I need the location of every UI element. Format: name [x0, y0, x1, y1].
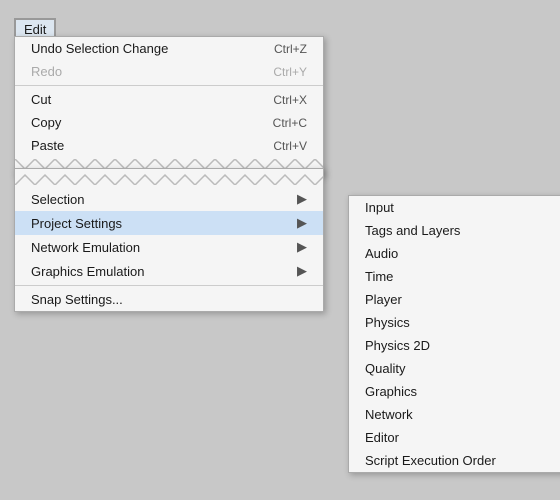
submenu-quality[interactable]: Quality	[349, 357, 560, 380]
submenu-audio[interactable]: Audio	[349, 242, 560, 265]
graphics-emulation-label: Graphics Emulation	[31, 264, 144, 279]
graphics-emulation-arrow: ▶	[297, 263, 307, 279]
separator-1	[15, 85, 323, 86]
submenu-player-label: Player	[365, 292, 402, 307]
copy-label: Copy	[31, 115, 61, 130]
submenu-quality-label: Quality	[365, 361, 405, 376]
project-settings-label: Project Settings	[31, 216, 122, 231]
selection-label: Selection	[31, 192, 84, 207]
submenu-editor[interactable]: Editor	[349, 426, 560, 449]
submenu-audio-label: Audio	[365, 246, 398, 261]
copy-item[interactable]: Copy Ctrl+C	[15, 111, 323, 134]
cut-shortcut: Ctrl+X	[273, 93, 307, 107]
submenu-time-label: Time	[365, 269, 393, 284]
submenu-editor-label: Editor	[365, 430, 399, 445]
copy-shortcut: Ctrl+C	[273, 116, 307, 130]
snap-settings-label: Snap Settings...	[31, 292, 123, 307]
submenu-physics[interactable]: Physics	[349, 311, 560, 334]
submenu-graphics[interactable]: Graphics	[349, 380, 560, 403]
network-emulation-item[interactable]: Network Emulation ▶	[15, 235, 323, 259]
undo-item[interactable]: Undo Selection Change Ctrl+Z	[15, 37, 323, 60]
submenu-input-label: Input	[365, 200, 394, 215]
submenu-graphics-label: Graphics	[365, 384, 417, 399]
selection-item[interactable]: Selection ▶	[15, 187, 323, 211]
redo-shortcut: Ctrl+Y	[273, 65, 307, 79]
submenu-player[interactable]: Player	[349, 288, 560, 311]
snap-settings-item[interactable]: Snap Settings...	[15, 288, 323, 311]
redo-item[interactable]: Redo Ctrl+Y	[15, 60, 323, 83]
submenu-tags-layers-label: Tags and Layers	[365, 223, 460, 238]
submenu-network[interactable]: Network	[349, 403, 560, 426]
submenu-tags-layers[interactable]: Tags and Layers	[349, 219, 560, 242]
edit-dropdown: Undo Selection Change Ctrl+Z Redo Ctrl+Y…	[14, 36, 324, 176]
project-settings-arrow: ▶	[297, 215, 307, 231]
network-emulation-label: Network Emulation	[31, 240, 140, 255]
paste-item[interactable]: Paste Ctrl+V	[15, 134, 323, 157]
separator-2	[15, 285, 323, 286]
submenu-input[interactable]: Input	[349, 196, 560, 219]
submenu-network-label: Network	[365, 407, 413, 422]
submenu-physics2d-label: Physics 2D	[365, 338, 430, 353]
submenu-script-execution-order-label: Script Execution Order	[365, 453, 496, 468]
cut-label: Cut	[31, 92, 51, 107]
submenu-physics2d[interactable]: Physics 2D	[349, 334, 560, 357]
paste-shortcut: Ctrl+V	[273, 139, 307, 153]
selection-arrow: ▶	[297, 191, 307, 207]
undo-shortcut: Ctrl+Z	[274, 42, 307, 56]
graphics-emulation-item[interactable]: Graphics Emulation ▶	[15, 259, 323, 283]
cut-item[interactable]: Cut Ctrl+X	[15, 88, 323, 111]
context-dropdown: Selection ▶ Project Settings ▶ Network E…	[14, 168, 324, 312]
submenu-dropdown: Input Tags and Layers Audio Time Player …	[348, 195, 560, 473]
submenu-time[interactable]: Time	[349, 265, 560, 288]
submenu-physics-label: Physics	[365, 315, 410, 330]
paste-label: Paste	[31, 138, 64, 153]
undo-label: Undo Selection Change	[31, 41, 168, 56]
redo-label: Redo	[31, 64, 62, 79]
submenu-script-execution-order[interactable]: Script Execution Order	[349, 449, 560, 472]
zigzag-top	[15, 171, 323, 185]
project-settings-item[interactable]: Project Settings ▶	[15, 211, 323, 235]
network-emulation-arrow: ▶	[297, 239, 307, 255]
